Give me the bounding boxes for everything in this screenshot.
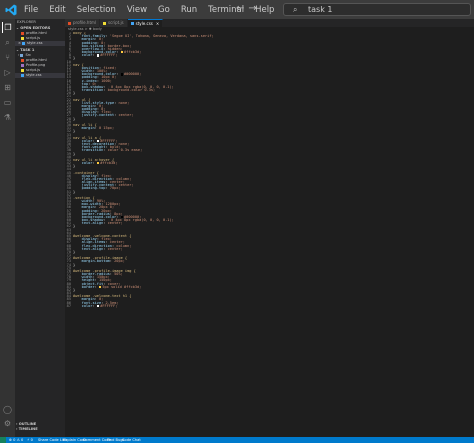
code-editor[interactable]: 1 body {2 font-family: 'Segoe UI', Tahoma… [65, 32, 474, 437]
code-text: color: #FFFFFF; [81, 303, 118, 308]
code-line[interactable]: 87 color: #FFFFFF; [65, 303, 474, 308]
navigation-arrows: ←→ [236, 3, 261, 14]
color-swatch-icon[interactable] [96, 162, 100, 165]
explorer-sidebar: EXPLORER ⌄ OPEN EDITORS profile.html scr… [15, 19, 65, 437]
status-bar: ⊗ 0 ⚠ 0 ⚡ 0 Share Code Link Explain Code Com… [0, 437, 474, 443]
status-item[interactable]: ⚡ 0 [27, 437, 33, 443]
line-number: 87 [66, 303, 71, 308]
menu-go[interactable]: Go [158, 5, 170, 15]
search-icon: ⌕ [293, 5, 298, 14]
menu-file[interactable]: File [24, 5, 38, 15]
settings-gear-icon[interactable]: ⚙ [2, 418, 13, 429]
chevron-right-icon: › [18, 53, 20, 57]
css-file-icon [22, 42, 26, 45]
css-file-icon [21, 74, 24, 77]
js-file-icon [103, 21, 107, 25]
account-icon[interactable]: ◯ [2, 404, 13, 415]
html-file-icon [21, 59, 24, 62]
file-item-active[interactable]: style.css [15, 73, 65, 78]
menu-edit[interactable]: Edit [49, 5, 65, 15]
command-center[interactable]: ⌕ task 1 [283, 3, 471, 16]
vscode-logo-icon [4, 3, 18, 17]
explorer-icon[interactable]: ❐ [2, 22, 13, 33]
css-file-icon [130, 22, 134, 25]
activity-bar: ❐ ⌕ ⑂ ▷ ⊞ ▭ ⚗ ◯ ⚙ [0, 19, 15, 437]
status-item[interactable]: Code Chat [122, 437, 141, 443]
back-arrow-icon[interactable]: ← [236, 3, 248, 14]
tab-style-css[interactable]: style.css × [127, 19, 164, 28]
menu-selection[interactable]: Selection [77, 5, 116, 15]
color-swatch-icon[interactable] [120, 73, 123, 76]
extensions-icon[interactable]: ⊞ [2, 82, 13, 93]
color-swatch-icon[interactable] [98, 285, 102, 289]
menu-run[interactable]: Run [181, 5, 197, 15]
title-bar: File Edit Selection View Go Run Terminal… [0, 0, 474, 19]
explorer-title: EXPLORER [17, 20, 36, 24]
close-icon[interactable]: × [18, 41, 21, 46]
sidebar-bottom-panels: › OUTLINE › TIMELINE [15, 422, 65, 432]
status-item[interactable]: ⊗ 0 ⚠ 0 [9, 437, 23, 443]
open-editor-item-active[interactable]: × style.css [15, 41, 65, 46]
run-debug-icon[interactable]: ▷ [2, 67, 13, 78]
menu-view[interactable]: View [127, 5, 147, 15]
forward-arrow-icon[interactable]: → [248, 3, 260, 14]
tab-profile-html[interactable]: profile.html [65, 19, 101, 27]
color-swatch-icon[interactable] [96, 304, 100, 308]
image-file-icon [21, 64, 24, 67]
close-icon[interactable]: × [156, 20, 159, 28]
html-file-icon [68, 21, 71, 25]
source-control-icon[interactable]: ⑂ [2, 52, 13, 63]
html-file-icon [21, 32, 24, 35]
remote-explorer-icon[interactable]: ▭ [2, 97, 13, 108]
js-file-icon [21, 37, 24, 40]
color-swatch-icon[interactable] [96, 54, 100, 57]
remote-indicator-icon[interactable] [0, 437, 6, 443]
timeline-section[interactable]: › TIMELINE [15, 427, 65, 432]
js-file-icon [21, 69, 24, 72]
testing-icon[interactable]: ⚗ [2, 112, 13, 123]
search-icon[interactable]: ⌕ [2, 37, 13, 48]
command-center-text: task 1 [308, 5, 333, 14]
editor-tabs: profile.html script.js style.css × [65, 19, 474, 27]
tab-script-js[interactable]: script.js [100, 19, 128, 27]
folder-icon [20, 54, 24, 57]
color-swatch-icon[interactable] [120, 51, 123, 54]
